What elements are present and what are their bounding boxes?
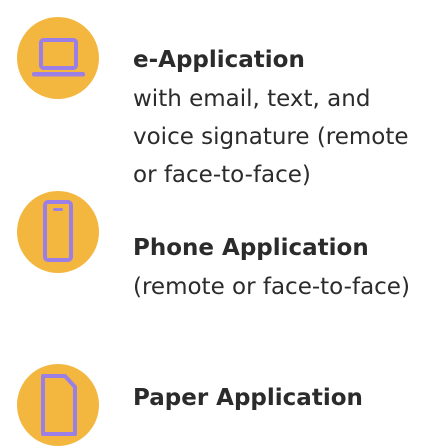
- option-description: (remote or face-to-face): [133, 268, 433, 306]
- phone-icon-badge: [17, 191, 99, 273]
- description-line: or face-to-face): [133, 162, 311, 188]
- option-title: e-Application: [133, 47, 305, 73]
- laptop-icon: [32, 38, 85, 77]
- document-icon-badge: [17, 364, 99, 446]
- description-line: (remote or face-to-face): [133, 274, 410, 300]
- phone-icon: [43, 200, 73, 262]
- document-icon: [41, 374, 77, 436]
- description-line: voice signature (remote: [133, 124, 409, 150]
- laptop-icon-badge: [17, 17, 99, 99]
- description-line: with email, text, and: [133, 86, 371, 112]
- option-description: with email, text, and voice signature (r…: [133, 80, 433, 194]
- option-title: Phone Application: [133, 235, 369, 261]
- option-title: Paper Application: [133, 385, 363, 411]
